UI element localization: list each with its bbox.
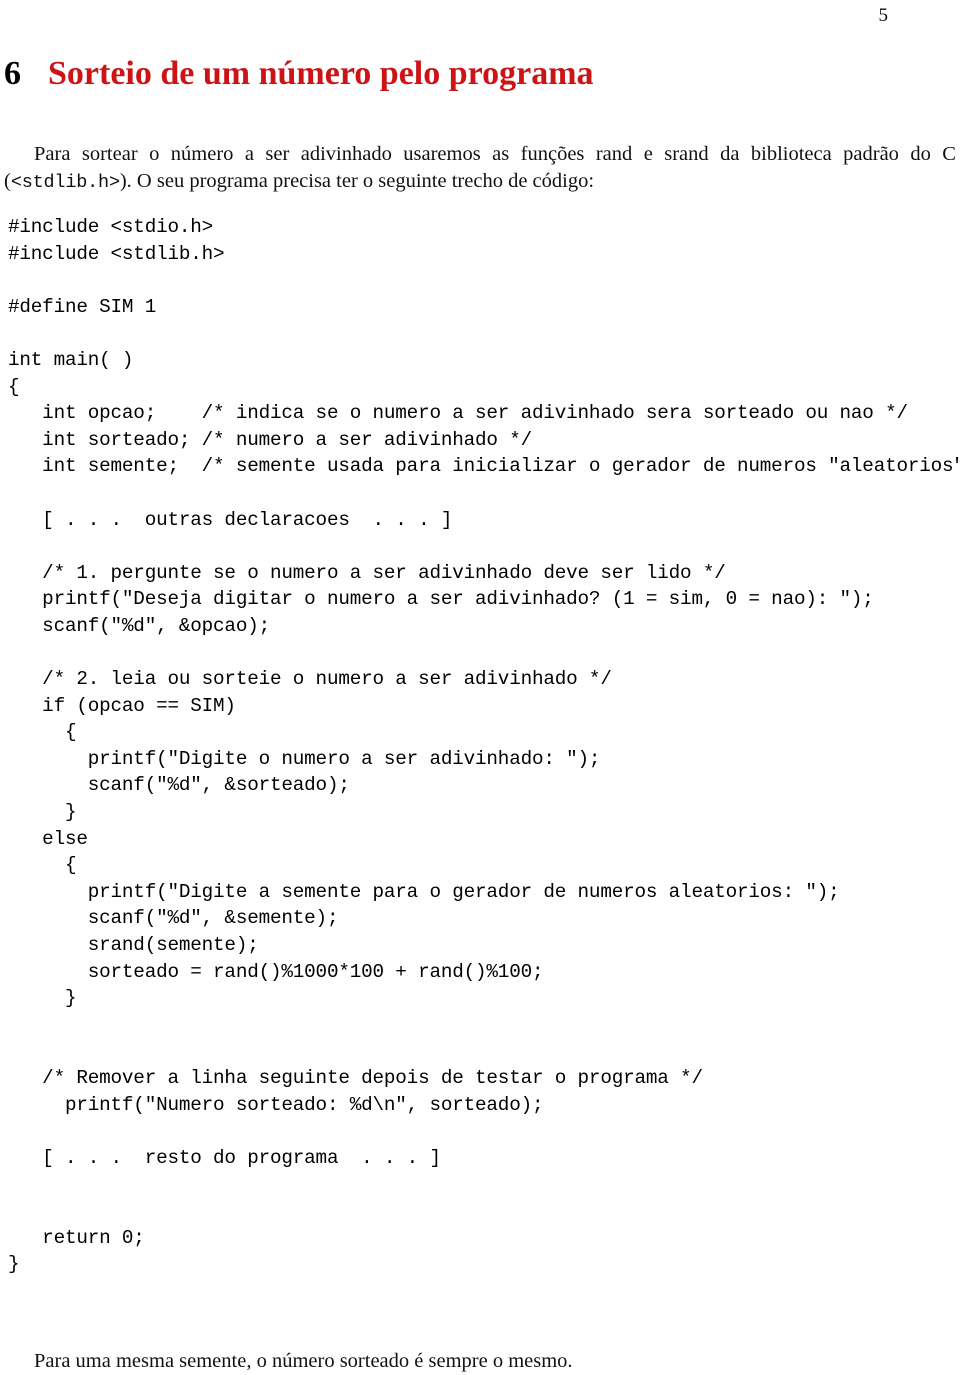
code-line: else	[8, 827, 88, 850]
code-line: /* 1. pergunte se o numero a ser adivinh…	[8, 561, 726, 584]
document-page: 5 6 Sorteio de um número pelo programa P…	[0, 0, 960, 1372]
page-number: 5	[878, 5, 889, 26]
code-line: sorteado = rand()%1000*100 + rand()%100;	[8, 960, 544, 983]
code-line: if (opcao == SIM)	[8, 694, 236, 717]
code-line: [ . . . outras declaracoes . . . ]	[8, 508, 453, 531]
code-line: printf("Deseja digitar o numero a ser ad…	[8, 588, 874, 611]
code-line: {	[8, 375, 20, 398]
code-listing: #include <stdio.h> #include <stdlib.h> #d…	[8, 214, 960, 1278]
code-line: printf("Digite a semente para o gerador …	[8, 880, 840, 903]
code-line: }	[8, 987, 77, 1010]
code-line: {	[8, 721, 77, 744]
intro-text-part2: ). O seu programa precisa ter o seguinte…	[119, 169, 595, 192]
code-line: /* 2. leia ou sorteie o numero a ser adi…	[8, 668, 612, 691]
code-line: #include <stdlib.h>	[8, 242, 225, 265]
code-line: return 0;	[8, 1226, 145, 1249]
section-heading: 6 Sorteio de um número pelo programa	[4, 55, 594, 93]
code-line: /* Remover a linha seguinte depois de te…	[8, 1067, 703, 1089]
code-line: srand(semente);	[8, 934, 259, 957]
closing-paragraph: Para uma mesma semente, o número sortead…	[4, 1348, 956, 1375]
stdlib-header-code: <stdlib.h>	[10, 171, 120, 193]
code-line: scanf("%d", &opcao);	[8, 614, 270, 637]
code-line: #define SIM 1	[8, 295, 157, 318]
closing-text: Para uma mesma semente, o número sortead…	[34, 1349, 573, 1372]
code-line: int opcao; /* indica se o numero a ser a…	[8, 402, 908, 425]
code-line: [ . . . resto do programa . . . ]	[8, 1146, 441, 1169]
code-line: scanf("%d", &sorteado);	[8, 774, 350, 797]
code-line: int sorteado; /* numero a ser adivinhado…	[8, 428, 532, 451]
code-line: int semente; /* semente usada para inici…	[8, 455, 960, 478]
code-line: scanf("%d", &semente);	[8, 907, 339, 930]
section-number: 6	[4, 55, 21, 92]
page-title: Sorteio de um número pelo programa	[48, 55, 594, 92]
code-line: #include <stdio.h>	[8, 216, 214, 238]
code-line: {	[8, 854, 77, 877]
code-line: int main( )	[8, 348, 134, 371]
code-line: }	[8, 801, 77, 824]
intro-paragraph: Para sortear o número a ser adivinhado u…	[4, 141, 956, 196]
code-line: }	[8, 1253, 20, 1276]
code-line: printf("Digite o numero a ser adivinhado…	[8, 747, 601, 770]
code-line: printf("Numero sorteado: %d\n", sorteado…	[8, 1093, 544, 1116]
